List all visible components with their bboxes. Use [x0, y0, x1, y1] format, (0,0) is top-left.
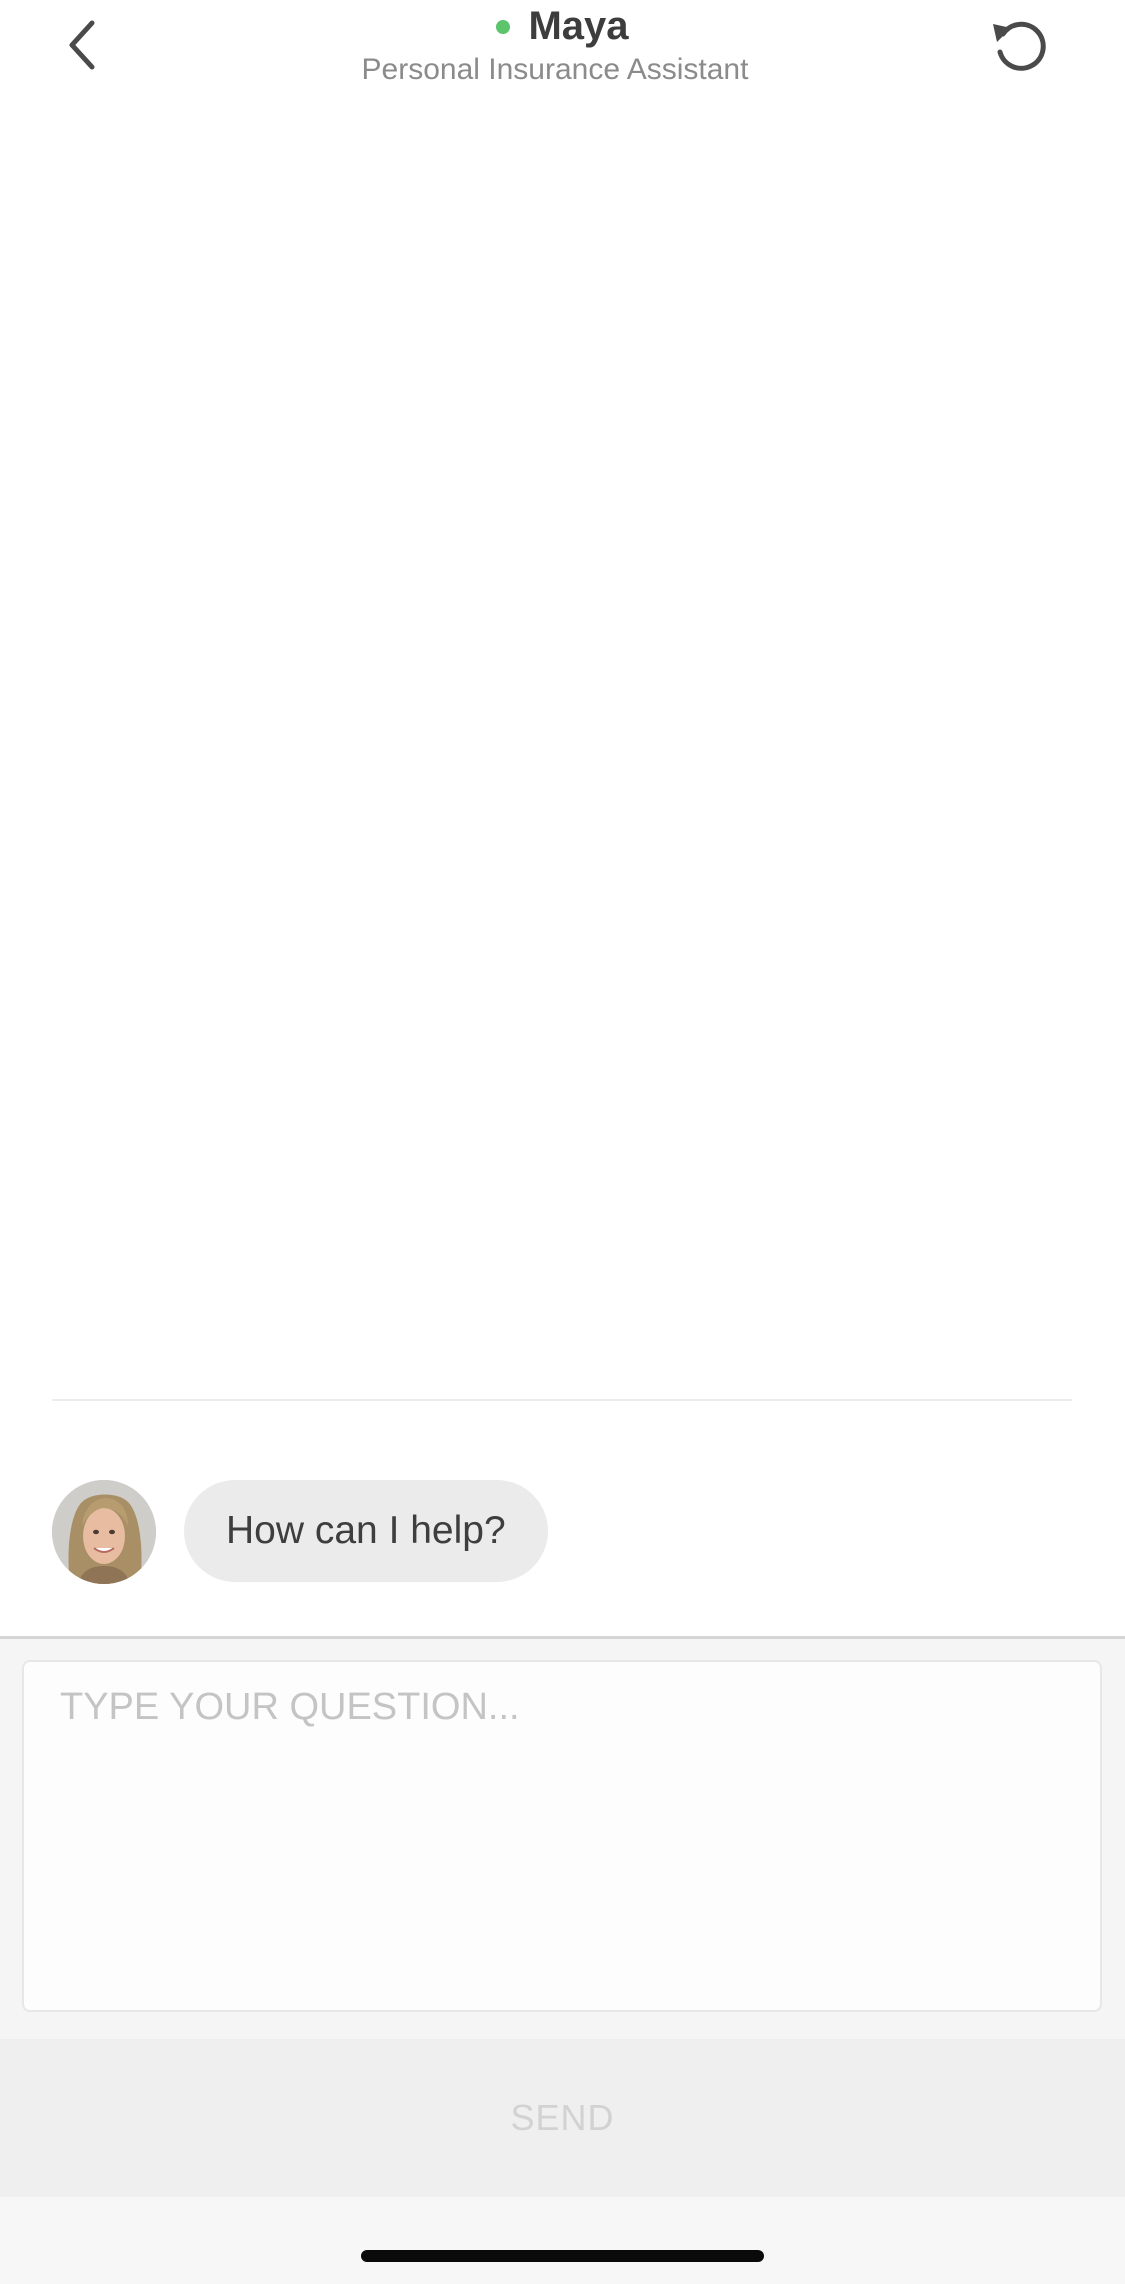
chat-divider: [52, 1399, 1072, 1401]
contact-role: Personal Insurance Assistant: [361, 53, 749, 86]
chat-header: Maya Personal Insurance Assistant: [0, 0, 1125, 110]
online-status-dot: [496, 20, 511, 34]
question-input[interactable]: [22, 1660, 1102, 2012]
home-indicator[interactable]: [361, 2250, 764, 2262]
refresh-icon: [993, 21, 1046, 71]
contact-name: Maya: [528, 4, 629, 48]
avatar-photo: [52, 1480, 156, 1584]
send-button[interactable]: SEND: [0, 2039, 1125, 2197]
refresh-button[interactable]: [985, 10, 1055, 80]
chat-screen: Maya Personal Insurance Assistant How ca…: [0, 0, 1125, 2284]
contact-title: Maya: [0, 0, 1125, 52]
bottom-safe-area: [0, 2197, 1125, 2284]
message-bubble: How can I help?: [184, 1480, 548, 1582]
assistant-avatar: [52, 1480, 156, 1584]
